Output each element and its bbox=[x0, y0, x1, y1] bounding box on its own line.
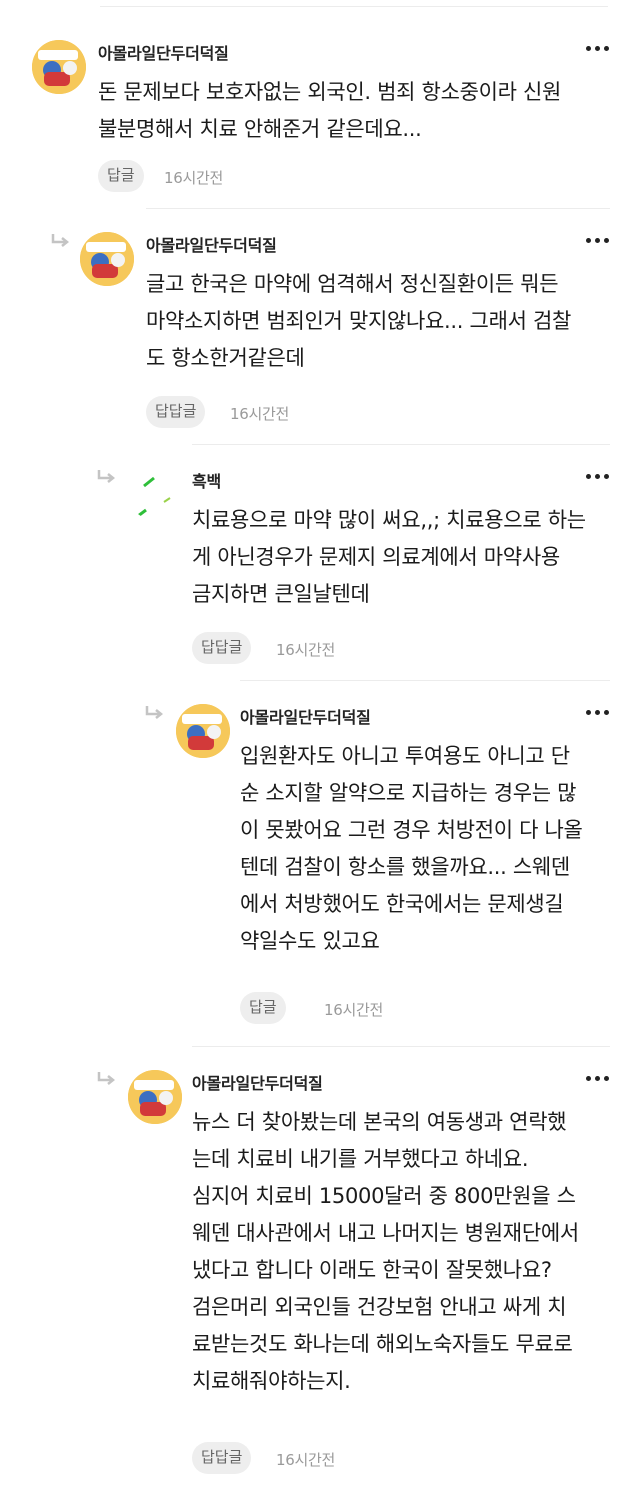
cartoon-avatar-icon: b bbox=[32, 40, 86, 94]
comment: b 아몰라일단두더덕질 글고 한국은 마약에 엄격해서 정신질환이든 뭐든 마약… bbox=[50, 208, 610, 434]
comment-line: 금지하면 큰일날텐데 bbox=[192, 582, 370, 606]
comment: b 아몰라일단두더덕질 뉴스 더 찾아봤는데 본국의 여동생과 연락했 는데 치… bbox=[96, 1046, 610, 1482]
comment-line: 료받는것도 화나는데 해외노숙자들도 무료로 bbox=[192, 1332, 573, 1356]
timestamp: 16시간전 bbox=[324, 1001, 383, 1019]
comment-line: 돈 문제보다 보호자없는 외국인. 범죄 항소중이라 신원 bbox=[98, 80, 562, 104]
reply-arrow-icon bbox=[97, 470, 116, 483]
reply-button[interactable]: 답글 bbox=[240, 992, 286, 1024]
reply-button[interactable]: 답답글 bbox=[192, 632, 252, 664]
timestamp: 16시간전 bbox=[276, 1451, 335, 1469]
comment-line: 순 소지할 알약으로 지급하는 경우는 많 bbox=[240, 781, 577, 805]
more-horizontal-icon[interactable] bbox=[586, 44, 610, 54]
comment: 흑백 치료용으로 마약 많이 써요,,; 치료용으로 하는 게 아닌경우가 문제… bbox=[96, 444, 610, 670]
comment-author[interactable]: 아몰라일단두더덕질 bbox=[240, 704, 371, 728]
more-horizontal-icon[interactable] bbox=[586, 1074, 610, 1084]
avatar[interactable] bbox=[128, 466, 182, 520]
reply-arrow-icon bbox=[51, 234, 70, 247]
timestamp: 16시간전 bbox=[164, 169, 223, 187]
comment-line: 검은머리 외국인들 건강보험 안내고 싸게 치 bbox=[192, 1295, 567, 1319]
comment-line: 입원환자도 아니고 투여용도 아니고 단 bbox=[240, 744, 570, 768]
comment: b 아몰라일단두더덕질 입원환자도 아니고 투여용도 아니고 단 순 소지할 알… bbox=[144, 680, 610, 1026]
cartoon-avatar-icon: b bbox=[80, 232, 134, 286]
comment-author[interactable]: 아몰라일단두더덕질 bbox=[192, 1070, 323, 1094]
avatar[interactable]: b bbox=[80, 232, 134, 286]
comment-line: 텐데 검찰이 항소를 했을까요... 스웨덴 bbox=[240, 855, 570, 879]
top-divider bbox=[100, 6, 608, 7]
timestamp: 16시간전 bbox=[230, 405, 289, 423]
more-horizontal-icon[interactable] bbox=[586, 472, 610, 482]
green-dash-avatar-icon bbox=[128, 466, 182, 520]
timestamp: 16시간전 bbox=[276, 641, 335, 659]
svg-text:b: b bbox=[178, 706, 184, 715]
reply-button[interactable]: 답답글 bbox=[146, 396, 206, 428]
comment-line: 불분명해서 치료 안해준거 같은데요... bbox=[98, 117, 422, 141]
avatar[interactable]: b bbox=[176, 704, 230, 758]
comment-line: 치료해줘야하는지. bbox=[192, 1369, 351, 1393]
comment-line: 글고 한국은 마약에 엄격해서 정신질환이든 뭐든 bbox=[146, 272, 559, 296]
comment-body: 치료용으로 마약 많이 써요,,; 치료용으로 하는 게 아닌경우가 문제지 의… bbox=[192, 502, 586, 613]
more-horizontal-icon[interactable] bbox=[586, 708, 610, 718]
comment-line: 게 아닌경우가 문제지 의료계에서 마약사용 bbox=[192, 545, 560, 569]
divider bbox=[192, 1046, 610, 1047]
cartoon-avatar-icon: b bbox=[128, 1070, 182, 1124]
divider bbox=[240, 680, 610, 681]
comment-line: 마약소지하면 범죄인거 맞지않나요... 그래서 검찰 bbox=[146, 309, 572, 333]
avatar[interactable]: b bbox=[128, 1070, 182, 1124]
svg-text:b: b bbox=[130, 1072, 136, 1081]
comment-line: 는데 치료비 내기를 거부했다고 하네요. bbox=[192, 1147, 529, 1171]
comment-author[interactable]: 아몰라일단두더덕질 bbox=[98, 40, 229, 64]
comment-line: 약일수도 있고요 bbox=[240, 929, 380, 953]
comment-line: 치료용으로 마약 많이 써요,,; 치료용으로 하는 bbox=[192, 508, 586, 532]
svg-text:b: b bbox=[34, 42, 40, 51]
comment-line: 도 항소한거같은데 bbox=[146, 346, 305, 370]
comment: b 아몰라일단두더덕질 돈 문제보다 보호자없는 외국인. 범죄 항소중이라 신… bbox=[32, 36, 610, 196]
more-horizontal-icon[interactable] bbox=[586, 236, 610, 246]
svg-text:b: b bbox=[82, 234, 88, 243]
divider bbox=[192, 444, 610, 445]
reply-arrow-icon bbox=[97, 1072, 116, 1085]
comment-body: 돈 문제보다 보호자없는 외국인. 범죄 항소중이라 신원 불분명해서 치료 안… bbox=[98, 74, 561, 148]
reply-button[interactable]: 답답글 bbox=[192, 1442, 252, 1474]
comment-line: 뉴스 더 찾아봤는데 본국의 여동생과 연락했 bbox=[192, 1110, 567, 1134]
comment-line: 심지어 치료비 15000달러 중 800만원을 스 bbox=[192, 1184, 576, 1208]
comment-line: 에서 처방했어도 한국에서는 문제생길 bbox=[240, 892, 564, 916]
comment-body: 글고 한국은 마약에 엄격해서 정신질환이든 뭐든 마약소지하면 범죄인거 맞지… bbox=[146, 266, 571, 377]
avatar[interactable]: b bbox=[32, 40, 86, 94]
divider bbox=[146, 208, 610, 209]
comment-line: 웨덴 대사관에서 내고 나머지는 병원재단에서 bbox=[192, 1221, 579, 1245]
comment-line: 이 못봤어요 그런 경우 처방전이 다 나올 bbox=[240, 818, 583, 842]
comment-author[interactable]: 아몰라일단두더덕질 bbox=[146, 232, 277, 256]
comment-author[interactable]: 흑백 bbox=[192, 468, 221, 492]
cartoon-avatar-icon: b bbox=[176, 704, 230, 758]
comment-body: 입원환자도 아니고 투여용도 아니고 단 순 소지할 알약으로 지급하는 경우는… bbox=[240, 738, 583, 960]
comment-body: 뉴스 더 찾아봤는데 본국의 여동생과 연락했 는데 치료비 내기를 거부했다고… bbox=[192, 1104, 579, 1400]
comment-line: 냈다고 합니다 이래도 한국이 잘못했나요? bbox=[192, 1258, 552, 1282]
reply-arrow-icon bbox=[145, 706, 164, 719]
reply-button[interactable]: 답글 bbox=[98, 160, 144, 192]
